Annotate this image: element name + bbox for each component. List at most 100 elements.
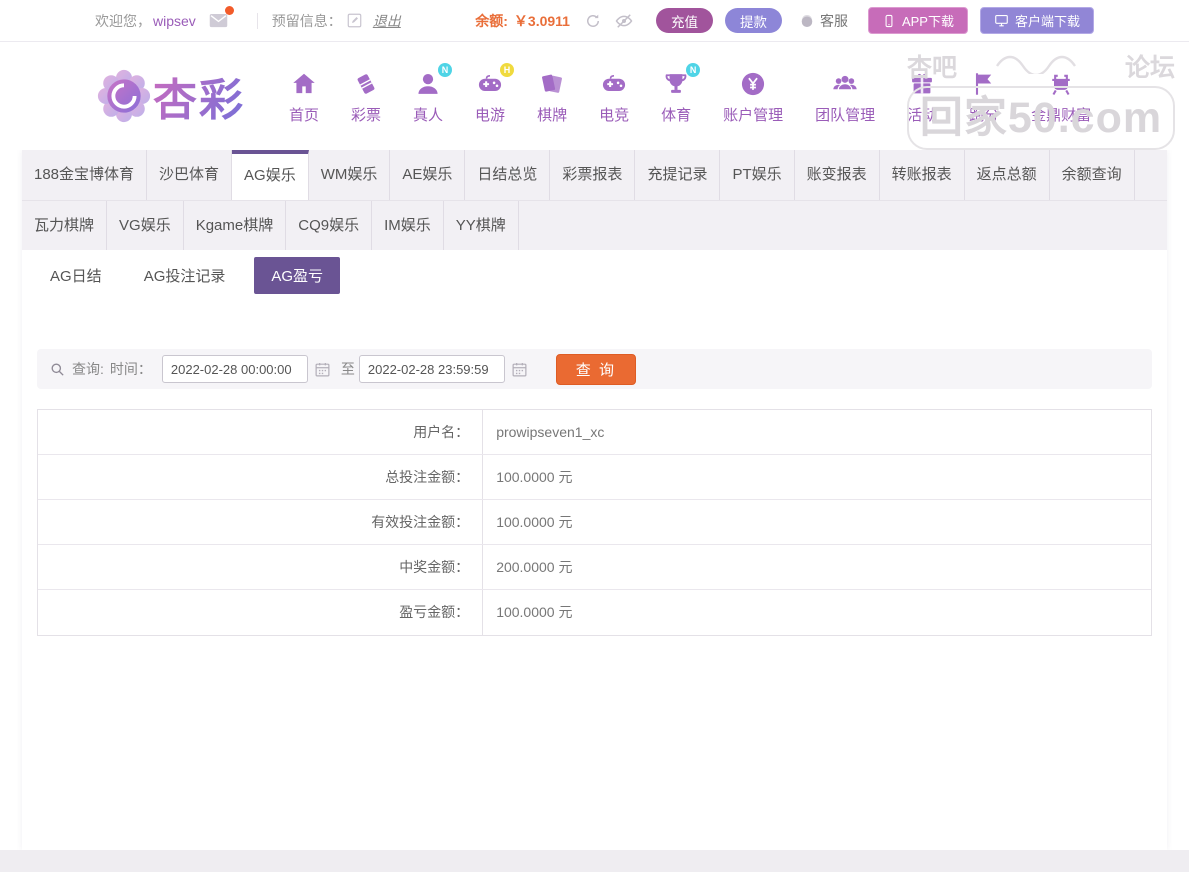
brand-name: 杏彩 — [153, 64, 245, 128]
flag-icon — [970, 68, 998, 98]
nav-item-wealth[interactable]: 金鼎财富 — [1015, 68, 1107, 125]
tab-daily-summary[interactable]: 日结总览 — [465, 150, 550, 200]
nav-label: 团队管理 — [815, 104, 875, 125]
row-value: 200.0000 元 — [483, 545, 572, 589]
tab-vg-entertainment[interactable]: VG娱乐 — [107, 201, 184, 250]
nav-item-live[interactable]: N 真人 — [397, 68, 459, 125]
tab-ae-entertainment[interactable]: AE娱乐 — [390, 150, 465, 200]
nav-item-team-manage[interactable]: 团队管理 — [799, 68, 891, 125]
tab-cq9-entertainment[interactable]: CQ9娱乐 — [286, 201, 372, 250]
app-download-button[interactable]: APP下载 — [868, 7, 968, 34]
tab-yy-board[interactable]: YY棋牌 — [444, 201, 519, 250]
client-download-button[interactable]: 客户端下载 — [980, 7, 1094, 34]
nav-item-paofen[interactable]: 跑分 — [953, 68, 1015, 125]
tab-pt-entertainment[interactable]: PT娱乐 — [720, 150, 794, 200]
time-label: 时间： — [110, 359, 152, 379]
main-nav: 首页 彩票 N 真人 H 电游 棋牌 电竞 N 体育 账户管理 团队管理 活动 … — [273, 68, 1107, 125]
row-label: 总投注金额： — [38, 455, 483, 499]
coin-icon — [739, 68, 767, 98]
balance-value: ￥3.0911 — [514, 11, 570, 31]
live-person-icon: N — [414, 68, 442, 98]
subtab-ag-bet-records[interactable]: AG投注记录 — [131, 257, 239, 294]
subtab-ag-profit-loss[interactable]: AG盈亏 — [254, 257, 340, 294]
date-from-input[interactable] — [162, 355, 308, 383]
nav-badge-n: N — [438, 63, 452, 77]
monitor-icon — [994, 13, 1009, 28]
to-label: 至 — [341, 359, 355, 379]
nav-badge-h: H — [500, 63, 514, 77]
subtab-ag-daily[interactable]: AG日结 — [37, 257, 115, 294]
tab-wali-board[interactable]: 瓦力棋牌 — [22, 201, 107, 250]
row-label: 中奖金额： — [38, 545, 483, 589]
nav-label: 金鼎财富 — [1031, 104, 1091, 125]
withdraw-button[interactable]: 提款 — [725, 8, 782, 33]
nav-item-lottery[interactable]: 彩票 — [335, 68, 397, 125]
nav-item-activity[interactable]: 活动 — [891, 68, 953, 125]
client-download-label: 客户端下载 — [1015, 11, 1080, 30]
tab-lottery-report[interactable]: 彩票报表 — [550, 150, 635, 200]
tab-row-1: 188金宝博体育沙巴体育AG娱乐WM娱乐AE娱乐日结总览彩票报表充提记录PT娱乐… — [22, 150, 1167, 200]
gamepad-icon — [600, 68, 628, 98]
nav-badge-n: N — [686, 63, 700, 77]
result-table: 用户名： prowipseven1_xc 总投注金额： 100.0000 元 有… — [37, 409, 1152, 636]
row-value: prowipseven1_xc — [483, 410, 604, 454]
tab-ag-entertainment[interactable]: AG娱乐 — [232, 150, 309, 200]
tab-deposit-withdraw-records[interactable]: 充提记录 — [635, 150, 720, 200]
row-label: 有效投注金额： — [38, 500, 483, 544]
username: wipsev — [153, 13, 196, 29]
search-bar: 查询: 时间： 至 查 询 — [37, 349, 1152, 389]
edit-icon[interactable] — [346, 12, 363, 29]
row-value: 100.0000 元 — [483, 590, 572, 635]
flower-logo-icon — [95, 67, 153, 125]
service-label: 客服 — [820, 11, 848, 31]
gift-icon — [908, 68, 936, 98]
tab-saba-sports[interactable]: 沙巴体育 — [147, 150, 232, 200]
nav-item-egame[interactable]: H 电游 — [459, 68, 521, 125]
trophy-icon: N — [662, 68, 690, 98]
table-row: 有效投注金额： 100.0000 元 — [38, 500, 1151, 545]
calendar-icon-to[interactable] — [511, 361, 528, 378]
welcome-text: 欢迎您， — [95, 11, 151, 31]
tab-account-change-report[interactable]: 账变报表 — [795, 150, 880, 200]
calendar-icon-from[interactable] — [314, 361, 331, 378]
nav-item-sports[interactable]: N 体育 — [645, 68, 707, 125]
topbar: 欢迎您， wipsev 预留信息： 退出 余额: ￥3.0911 充值 提款 客… — [0, 0, 1189, 42]
customer-service-link[interactable]: 客服 — [798, 11, 848, 31]
nav-label: 活动 — [907, 104, 937, 125]
row-value: 100.0000 元 — [483, 455, 572, 499]
row-label: 盈亏金额： — [38, 590, 483, 635]
nav-label: 电游 — [475, 104, 505, 125]
date-to-input[interactable] — [359, 355, 505, 383]
service-person-icon — [798, 12, 816, 30]
nav-item-board-games[interactable]: 棋牌 — [521, 68, 583, 125]
nav-item-esports[interactable]: 电竞 — [583, 68, 645, 125]
nav-label: 棋牌 — [537, 104, 567, 125]
recharge-button[interactable]: 充值 — [656, 8, 713, 33]
sub-tabs: AG日结 AG投注记录 AG盈亏 — [37, 250, 1152, 294]
page-container: 188金宝博体育沙巴体育AG娱乐WM娱乐AE娱乐日结总览彩票报表充提记录PT娱乐… — [22, 150, 1167, 850]
nav-item-account-manage[interactable]: 账户管理 — [707, 68, 799, 125]
nav-item-home[interactable]: 首页 — [273, 68, 335, 125]
tab-bet188-sports[interactable]: 188金宝博体育 — [22, 150, 147, 200]
watermark-right: 论坛 — [1125, 48, 1175, 84]
ding-icon — [1047, 68, 1075, 98]
nav-label: 电竞 — [599, 104, 629, 125]
tab-kgame-board[interactable]: Kgame棋牌 — [184, 201, 287, 250]
search-icon — [49, 361, 66, 378]
tab-row-2: 瓦力棋牌VG娱乐Kgame棋牌CQ9娱乐IM娱乐YY棋牌 — [22, 200, 1167, 250]
brand-logo[interactable]: 杏彩 — [95, 64, 245, 128]
tab-rebate-total[interactable]: 返点总额 — [965, 150, 1050, 200]
nav-label: 真人 — [413, 104, 443, 125]
refresh-icon[interactable] — [584, 12, 602, 30]
balance-label: 余额: — [475, 11, 508, 31]
mail-icon[interactable] — [208, 10, 229, 31]
tab-balance-query[interactable]: 余额查询 — [1050, 150, 1135, 200]
tab-transfer-report[interactable]: 转账报表 — [880, 150, 965, 200]
team-icon — [831, 68, 859, 98]
query-button[interactable]: 查 询 — [556, 354, 636, 385]
nav-label: 体育 — [661, 104, 691, 125]
logout-link[interactable]: 退出 — [373, 11, 401, 31]
tab-im-entertainment[interactable]: IM娱乐 — [372, 201, 444, 250]
tab-wm-entertainment[interactable]: WM娱乐 — [309, 150, 391, 200]
eye-off-icon[interactable] — [614, 11, 634, 31]
